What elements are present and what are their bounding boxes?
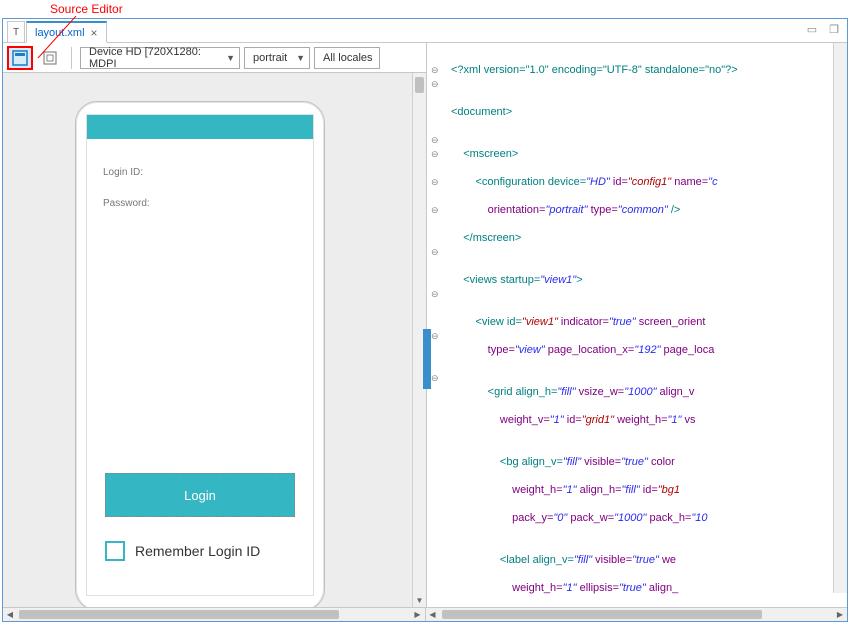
fold-icon[interactable]: ⊖: [431, 245, 441, 259]
code-text: <grid align_h=: [451, 386, 557, 398]
device-dropdown[interactable]: Device HD [720X1280: MDPI ▼: [80, 47, 240, 69]
fold-icon[interactable]: ⊖: [431, 371, 441, 385]
scroll-right-icon[interactable]: ▶: [411, 608, 425, 621]
fold-icon[interactable]: ⊖: [431, 329, 441, 343]
device-dropdown-label: Device HD [720X1280: MDPI: [89, 46, 220, 70]
scroll-right-icon[interactable]: ▶: [833, 608, 847, 621]
code-text: <views startup=: [451, 274, 540, 286]
editor-window: ▭ ❐ T layout.xml × Device HD [720X1280: …: [2, 18, 848, 622]
checkbox-icon[interactable]: [105, 541, 125, 561]
scroll-down-icon[interactable]: ▼: [413, 593, 426, 607]
login-button[interactable]: Login: [105, 473, 295, 517]
file-type-icon: T: [7, 21, 25, 42]
orientation-dropdown[interactable]: portrait ▼: [244, 47, 310, 69]
remember-checkbox-row[interactable]: Remember Login ID: [105, 541, 260, 561]
code-text: <?xml version="1.0" encoding="UTF-8" sta…: [451, 64, 738, 76]
code-text: weight_v=: [451, 414, 550, 426]
fold-icon[interactable]: ⊖: [431, 133, 441, 147]
code-text: <bg align_v=: [451, 456, 563, 468]
fold-icon[interactable]: ⊖: [431, 63, 441, 77]
code-text: </mscreen>: [451, 232, 521, 244]
left-horizontal-scrollbar[interactable]: ◀ ▶: [3, 608, 425, 621]
device-frame: Login ID: Password: Login Remember Login…: [75, 101, 325, 607]
fold-icon[interactable]: ⊖: [431, 77, 441, 91]
code-editor[interactable]: <?xml version="1.0" encoding="UTF-8" sta…: [427, 43, 847, 607]
source-pane: <?xml version="1.0" encoding="UTF-8" sta…: [427, 43, 847, 607]
fold-icon[interactable]: ⊖: [431, 203, 441, 217]
preview-mode-button[interactable]: [37, 46, 63, 70]
design-toolbar: Device HD [720X1280: MDPI ▼ portrait ▼ All…: [3, 43, 426, 73]
code-text: orientation=: [451, 204, 545, 216]
tab-label: layout.xml: [35, 27, 85, 39]
scroll-left-icon[interactable]: ◀: [426, 608, 440, 621]
code-text: <configuration device=: [451, 176, 586, 188]
code-text: <view id=: [451, 316, 522, 328]
code-text: <label align_v=: [451, 554, 574, 566]
code-text: weight_h=: [451, 484, 563, 496]
code-vertical-scrollbar[interactable]: [833, 43, 847, 593]
device-screen[interactable]: Login ID: Password: Login Remember Login…: [86, 114, 314, 596]
code-text: <mscreen>: [451, 148, 518, 160]
bottom-scrollbars: ◀ ▶ ◀ ▶: [3, 607, 847, 621]
locale-label: All locales: [323, 52, 373, 64]
design-pane: Device HD [720X1280: MDPI ▼ portrait ▼ All…: [3, 43, 427, 607]
locale-dropdown[interactable]: All locales: [314, 47, 380, 69]
fold-icon[interactable]: ⊖: [431, 175, 441, 189]
fold-icon[interactable]: ⊖: [431, 287, 441, 301]
pane-splitter[interactable]: [423, 329, 431, 389]
design-canvas[interactable]: Login ID: Password: Login Remember Login…: [3, 73, 426, 607]
code-text: <document>: [451, 106, 512, 118]
tab-bar: T layout.xml ×: [3, 19, 847, 43]
tab-layout-xml[interactable]: layout.xml ×: [26, 21, 107, 43]
close-tab-icon[interactable]: ×: [91, 26, 98, 40]
chevron-down-icon: ▼: [296, 53, 305, 63]
right-horizontal-scrollbar[interactable]: ◀ ▶: [426, 608, 848, 621]
scrollbar-thumb[interactable]: [442, 610, 762, 619]
chevron-down-icon: ▼: [226, 53, 235, 63]
code-text: pack_y=: [451, 512, 553, 524]
scroll-left-icon[interactable]: ◀: [3, 608, 17, 621]
restore-icon[interactable]: ❐: [827, 22, 841, 36]
login-id-label[interactable]: Login ID:: [103, 167, 297, 178]
password-label[interactable]: Password:: [103, 198, 297, 209]
status-bar: [87, 115, 313, 139]
orientation-label: portrait: [253, 52, 287, 64]
minimize-icon[interactable]: ▭: [805, 22, 819, 36]
code-text: type=: [451, 344, 515, 356]
scrollbar-thumb[interactable]: [415, 77, 424, 93]
annotation-label: Source Editor: [50, 2, 123, 16]
remember-label: Remember Login ID: [135, 543, 260, 559]
scrollbar-thumb[interactable]: [19, 610, 339, 619]
code-text: weight_h=: [451, 582, 563, 594]
fold-icon[interactable]: ⊖: [431, 147, 441, 161]
source-editor-button[interactable]: [7, 46, 33, 70]
